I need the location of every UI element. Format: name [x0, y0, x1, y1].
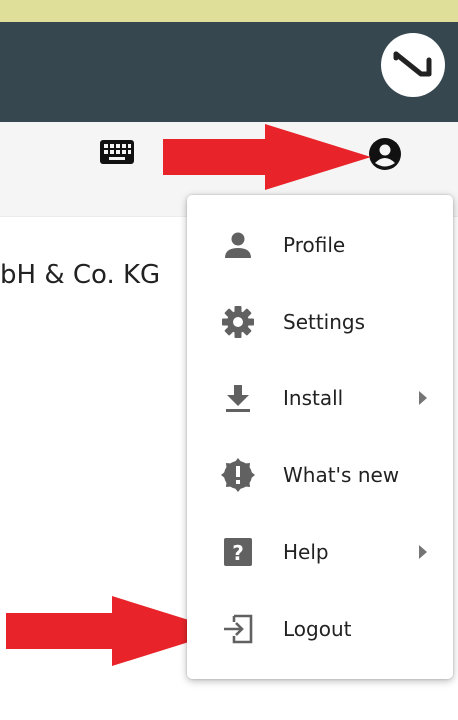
menu-item-label: Install [283, 386, 344, 410]
menu-item-label: Logout [283, 617, 352, 641]
person-icon [220, 227, 256, 263]
new-badge-icon [220, 457, 256, 493]
help-icon: ? [220, 534, 256, 570]
submenu-arrow-icon [419, 391, 427, 405]
app-logo[interactable] [381, 33, 445, 97]
menu-item-label: Settings [283, 310, 366, 334]
annotation-arrow-top [163, 124, 371, 190]
menu-item-label: What's new [283, 463, 400, 487]
menu-item-logout[interactable]: Logout [187, 594, 453, 664]
user-dropdown-menu: Profile Settings Install What's new ? He… [187, 195, 453, 679]
svg-text:?: ? [232, 541, 244, 565]
keyboard-icon[interactable] [100, 140, 134, 168]
company-name-text: bH & Co. KG [0, 260, 161, 290]
download-icon [220, 380, 256, 416]
menu-item-profile[interactable]: Profile [187, 210, 453, 280]
menu-item-label: Profile [283, 233, 346, 257]
logo-mark-icon [393, 51, 432, 77]
menu-item-whats-new[interactable]: What's new [187, 440, 453, 510]
menu-item-label: Help [283, 540, 329, 564]
gear-icon [220, 304, 256, 340]
menu-item-help[interactable]: ? Help [187, 517, 453, 587]
logout-icon [220, 611, 256, 647]
account-circle-icon[interactable] [368, 137, 402, 175]
submenu-arrow-icon [419, 545, 427, 559]
top-banner-strip [0, 0, 458, 22]
menu-item-settings[interactable]: Settings [187, 287, 453, 357]
menu-item-install[interactable]: Install [187, 363, 453, 433]
